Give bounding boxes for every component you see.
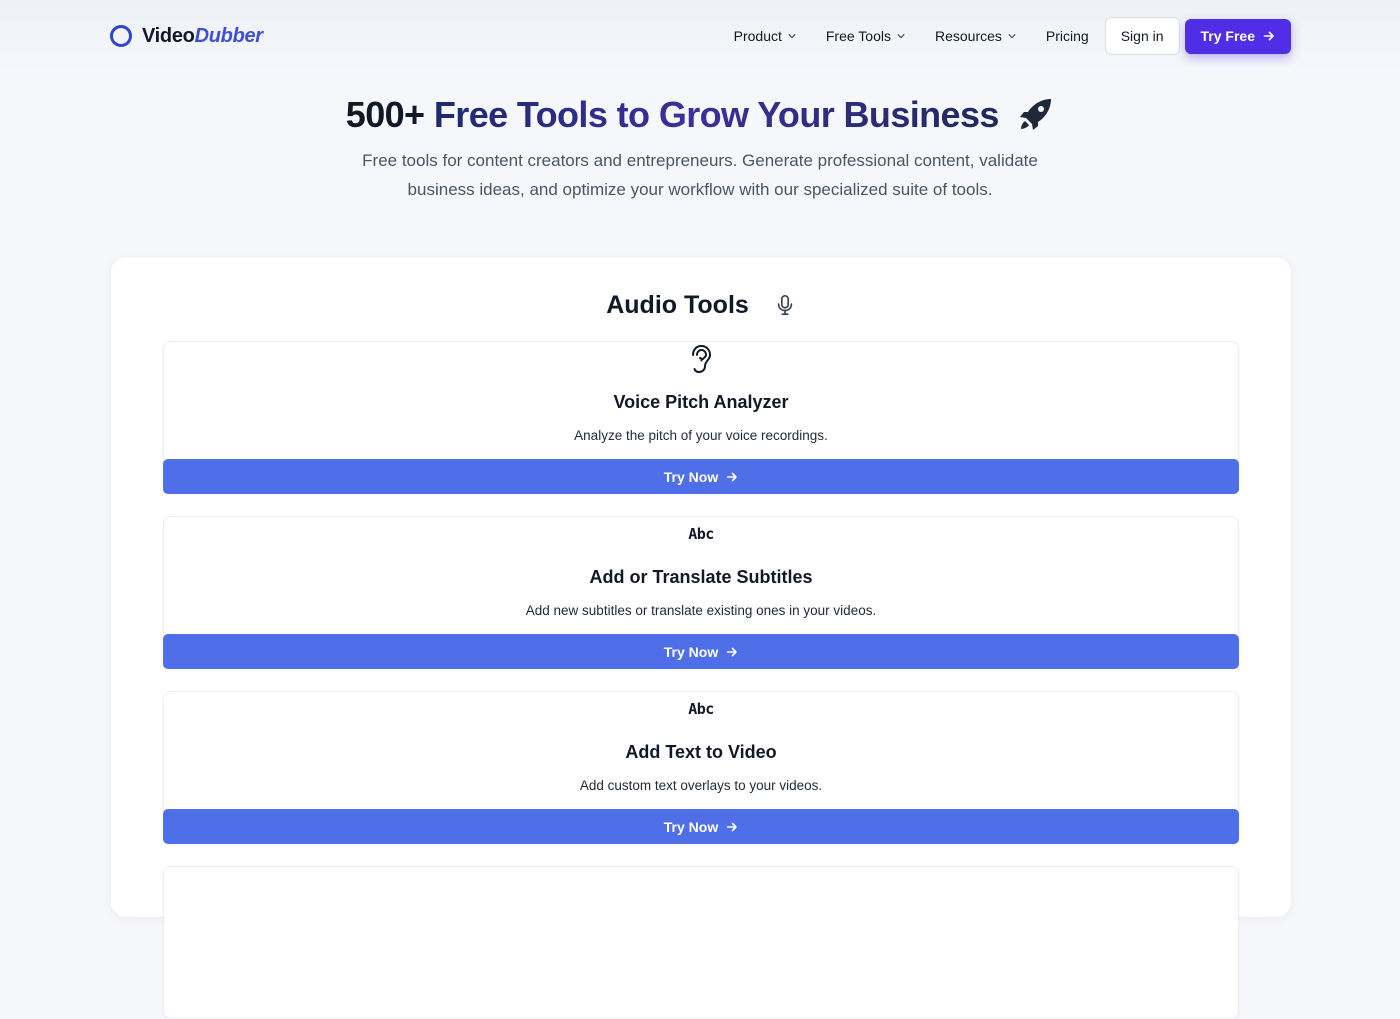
- tool-card: Abc Add Text to Video Add custom text ov…: [163, 691, 1239, 844]
- tools-panel: Audio Tools Voice Pitch Analyzer Analyze…: [110, 256, 1292, 1019]
- rocket-icon: [1020, 99, 1052, 130]
- page-subtitle: Free tools for content creators and entr…: [362, 151, 1038, 199]
- tool-card: Voice Pitch Analyzer Analyze the pitch o…: [163, 341, 1239, 494]
- tool-card-description: Add custom text overlays to your videos.: [579, 778, 823, 793]
- brand-logo[interactable]: VideoDubber: [110, 21, 263, 51]
- arrow-right-icon: [726, 472, 738, 481]
- chevron-down-icon: [1008, 34, 1016, 39]
- title-text: Free Tools to Grow Your Business: [433, 94, 1000, 135]
- abc-text-icon: Abc: [688, 525, 714, 543]
- nav-item-pricing[interactable]: Pricing: [1046, 28, 1089, 44]
- tool-card: [163, 866, 1239, 1019]
- tool-card-title: Voice Pitch Analyzer: [613, 392, 789, 412]
- try-now-button[interactable]: Try Now: [163, 809, 1239, 844]
- tool-card-description: Analyze the pitch of your voice recordin…: [574, 428, 828, 443]
- title-count: 500+: [345, 94, 425, 135]
- brand-name: VideoDubber: [142, 24, 263, 47]
- nav-item-resources[interactable]: Resources: [935, 28, 1016, 44]
- chevron-down-icon: [897, 34, 905, 39]
- tool-card-description: Add new subtitles or translate existing …: [525, 603, 877, 618]
- abc-text-icon: Abc: [688, 700, 714, 718]
- ear-icon: [692, 344, 712, 374]
- arrow-right-icon: [726, 822, 738, 831]
- nav-item-product[interactable]: Product: [734, 28, 796, 44]
- nav-item-free-tools[interactable]: Free Tools: [826, 28, 905, 44]
- sign-in-button[interactable]: Sign in: [1104, 17, 1180, 55]
- page-title: 500+ Free Tools to Grow Your Business: [0, 92, 1400, 138]
- try-now-button[interactable]: Try Now: [163, 459, 1239, 494]
- top-navbar: VideoDubber Product Free Tools Resources…: [0, 0, 1400, 72]
- section-title: Audio Tools: [111, 287, 1291, 323]
- tool-card-title: Add Text to Video: [625, 742, 777, 762]
- arrow-right-icon: [726, 647, 738, 656]
- primary-nav: Product Free Tools Resources Pricing Sig…: [734, 17, 1291, 55]
- try-free-button[interactable]: Try Free: [1184, 18, 1291, 54]
- arrow-right-icon: [1263, 31, 1274, 41]
- logo-ring-icon: [110, 25, 132, 47]
- tool-card: Abc Add or Translate Subtitles Add new s…: [163, 516, 1239, 669]
- try-now-button[interactable]: Try Now: [163, 634, 1239, 669]
- microphone-icon: [777, 295, 793, 315]
- tool-card-title: Add or Translate Subtitles: [589, 567, 813, 587]
- chevron-down-icon: [788, 34, 796, 39]
